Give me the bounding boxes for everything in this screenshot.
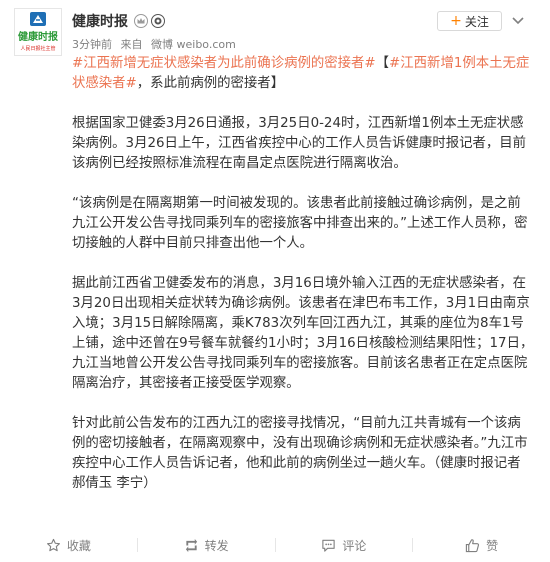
repost-icon (185, 538, 197, 552)
post-meta: 3分钟前 来自 微博 weibo.com (72, 36, 241, 51)
lead-text: ，系此前病例的密接者】 (136, 76, 285, 91)
post-paragraph: 根据国家卫健委3月26日通报，3月25日0-24时，江西新增1例本土无症状感染病… (72, 116, 527, 171)
collect-label: 收藏 (66, 538, 91, 553)
hashtag-link[interactable]: #江西新增无症状感染者为此前确诊病例的密接者# (72, 56, 376, 71)
repost-label: 转发 (204, 538, 229, 553)
post-paragraph: 据此前江西省卫健委发布的消息，3月16日境外输入江西的无症状感染者，在3月20日… (72, 276, 534, 391)
post-paragraph: “该病例是在隔离期第一时间被发现的。该患者此前接触过确诊病例，是之前九江公开发公… (72, 196, 528, 251)
comment-button[interactable]: 评论 (276, 535, 413, 555)
health-times-logo: 健康时报 人民日报社主管 (15, 9, 61, 55)
author-avatar[interactable]: 健康时报 人民日报社主管 (14, 8, 62, 56)
post-source[interactable]: 微博 weibo.com (151, 38, 236, 51)
post-paragraph: 针对此前公告发布的江西九江的密接寻找情况，“目前九江共青城有一个该病例的密切接触… (72, 416, 528, 491)
avatar-logo-text: 健康时报 (18, 30, 58, 43)
vip-crown-icon[interactable] (134, 14, 148, 28)
like-button[interactable]: 赞 (413, 535, 550, 555)
verified-v-icon[interactable] (151, 14, 165, 28)
post-actions-bar: 收藏 转发 评论 赞 (0, 528, 550, 562)
comment-icon (322, 539, 336, 552)
post-time[interactable]: 3分钟前 (72, 38, 112, 51)
star-icon (46, 538, 60, 551)
chevron-down-icon[interactable] (509, 14, 527, 28)
post-content: #江西新增无症状感染者为此前确诊病例的密接者#【#江西新增1例本土无症状感染者#… (72, 54, 534, 514)
post-lead: #江西新增无症状感染者为此前确诊病例的密接者#【#江西新增1例本土无症状感染者#… (72, 54, 534, 94)
like-label: 赞 (486, 538, 499, 553)
collect-button[interactable]: 收藏 (0, 535, 137, 555)
repost-button[interactable]: 转发 (138, 535, 275, 555)
author-row: 健康时报 (72, 11, 165, 31)
author-name[interactable]: 健康时报 (72, 11, 128, 31)
plus-icon: + (450, 13, 462, 29)
source-prefix: 来自 (120, 38, 143, 51)
weibo-post-card: 健康时报 人民日报社主管 健康时报 3分钟前 来自 微博 weibo.com +… (0, 0, 550, 562)
avatar-logo-subtext: 人民日报社主管 (20, 45, 55, 52)
follow-label: 关注 (464, 14, 489, 29)
thumbs-up-icon (465, 538, 480, 552)
comment-label: 评论 (342, 538, 367, 553)
lead-text: 【 (375, 56, 390, 71)
follow-button[interactable]: + 关注 (437, 11, 502, 31)
